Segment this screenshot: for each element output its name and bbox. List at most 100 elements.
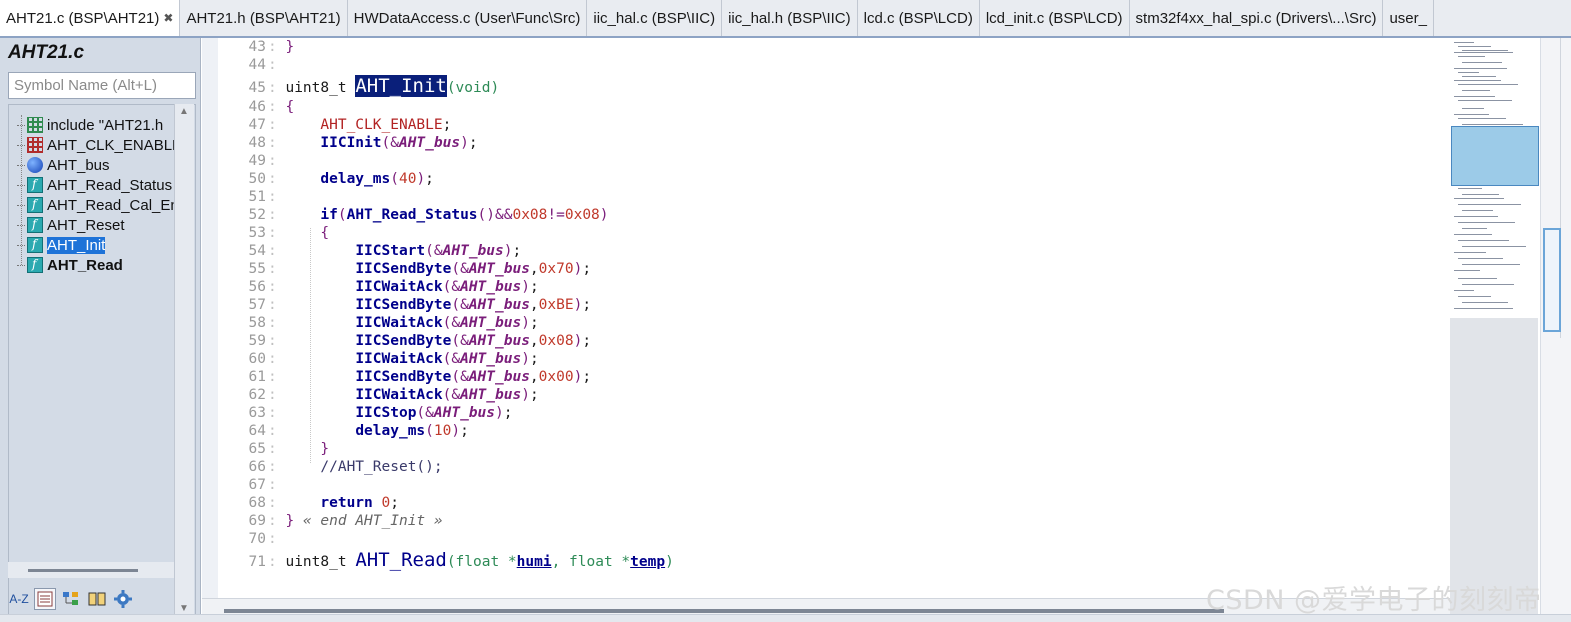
code-lines[interactable]: 43: } 44: 45: uint8_t AHT_Init(void) 46: {…: [218, 38, 1450, 572]
code-text: {: [285, 99, 295, 115]
symbol-item[interactable]: AHT_CLK_ENABLE: [17, 135, 183, 155]
symbol-item[interactable]: include "AHT21.h: [17, 115, 183, 135]
code-line[interactable]: 55: IICSendByte(&AHT_bus,0x70);: [218, 260, 1450, 278]
symbol-list-horizontal-scrollbar[interactable]: [8, 562, 174, 578]
code-text: uint8_t AHT_Read(float *humi, float *tem…: [276, 549, 674, 571]
symbol-item[interactable]: AHT_Read_Cal_En: [17, 195, 183, 215]
line-number: 64: [248, 423, 266, 439]
tab-label: HWDataAccess.c (User\Func\Src): [353, 9, 581, 27]
settings-button[interactable]: [112, 588, 134, 610]
tab-6[interactable]: lcd_init.c (BSP\LCD): [980, 0, 1130, 36]
line-number: 44: [248, 57, 266, 73]
code-line[interactable]: 66: //AHT_Reset();: [218, 458, 1450, 476]
tree-view-button[interactable]: [60, 588, 82, 610]
code-line[interactable]: 68: return 0;: [218, 494, 1450, 512]
minimap-code-line: [1462, 124, 1523, 125]
symbol-search-input[interactable]: [8, 72, 196, 99]
code-line[interactable]: 45: uint8_t AHT_Init(void): [218, 74, 1450, 98]
code-line[interactable]: 59: IICSendByte(&AHT_bus,0x08);: [218, 332, 1450, 350]
code-line[interactable]: 69: } « end AHT_Init »: [218, 512, 1450, 530]
symbol-item-label: AHT_bus: [47, 156, 110, 174]
line-number: 51: [248, 189, 266, 205]
symbol-item-label: AHT_Reset: [47, 216, 125, 234]
symbol-list-vertical-scrollbar[interactable]: ▲ ▼: [174, 104, 194, 622]
code-line[interactable]: 43: }: [218, 38, 1450, 56]
code-minimap[interactable]: [1450, 38, 1571, 622]
symbol-item[interactable]: AHT_bus: [17, 155, 183, 175]
code-line[interactable]: 63: IICStop(&AHT_bus);: [218, 404, 1450, 422]
symbol-item-label: AHT_Read_Cal_En: [47, 196, 179, 214]
code-line[interactable]: 60: IICWaitAck(&AHT_bus);: [218, 350, 1450, 368]
gutter-separator: :: [268, 99, 277, 115]
tab-2[interactable]: HWDataAccess.c (User\Func\Src): [348, 0, 588, 36]
code-line[interactable]: 64: delay_ms(10);: [218, 422, 1450, 440]
close-icon[interactable]: ✖: [163, 11, 173, 25]
gutter-separator: :: [268, 207, 277, 223]
gutter-separator: :: [268, 315, 277, 331]
symbol-item[interactable]: AHT_Read: [17, 255, 183, 275]
tab-label: AHT21.h (BSP\AHT21): [186, 9, 341, 27]
code-line[interactable]: 48: IICInit(&AHT_bus);: [218, 134, 1450, 152]
minimap-code-line: [1462, 264, 1520, 265]
list-view-button[interactable]: [34, 588, 56, 610]
code-editor[interactable]: 43: } 44: 45: uint8_t AHT_Init(void) 46: {…: [202, 38, 1450, 622]
code-line[interactable]: 56: IICWaitAck(&AHT_bus);: [218, 278, 1450, 296]
code-line[interactable]: 44:: [218, 56, 1450, 74]
sort-alphabetical-button[interactable]: A-Z: [8, 588, 30, 610]
code-line[interactable]: 71: uint8_t AHT_Read(float *humi, float …: [218, 548, 1450, 572]
line-number: 66: [248, 459, 266, 475]
function-icon: [27, 217, 43, 233]
tab-0[interactable]: AHT21.c (BSP\AHT21) ✖: [0, 0, 181, 36]
code-line[interactable]: 65: }: [218, 440, 1450, 458]
minimap-code-line: [1454, 80, 1501, 81]
minimap-viewport[interactable]: [1451, 126, 1539, 186]
symbol-item-label: AHT_Init: [47, 236, 106, 254]
minimap-code-line: [1458, 100, 1512, 101]
tab-3[interactable]: iic_hal.c (BSP\IIC): [587, 0, 723, 36]
tab-7[interactable]: stm32f4xx_hal_spi.c (Drivers\...\Src): [1130, 0, 1384, 36]
minimap-code-line: [1454, 234, 1492, 235]
tab-4[interactable]: iic_hal.h (BSP\IIC): [722, 0, 858, 36]
editor-vertical-scrollbar[interactable]: [1540, 38, 1571, 622]
book-icon: [88, 592, 106, 606]
code-line[interactable]: 46: {: [218, 98, 1450, 116]
scrollbar-thumb[interactable]: [1543, 228, 1561, 332]
scrollbar-thumb[interactable]: [224, 609, 1224, 613]
minimap-code-line: [1454, 68, 1507, 69]
line-number: 58: [248, 315, 266, 331]
code-line[interactable]: 53: {: [218, 224, 1450, 242]
code-line[interactable]: 57: IICSendByte(&AHT_bus,0xBE);: [218, 296, 1450, 314]
code-line[interactable]: 47: AHT_CLK_ENABLE;: [218, 116, 1450, 134]
tab-1[interactable]: AHT21.h (BSP\AHT21): [180, 0, 348, 36]
book-button[interactable]: [86, 588, 108, 610]
code-line[interactable]: 50: delay_ms(40);: [218, 170, 1450, 188]
line-number: 52: [248, 207, 266, 223]
line-number: 56: [248, 279, 266, 295]
editor-gutter[interactable]: [202, 38, 218, 598]
code-text: uint8_t AHT_Init(void): [276, 75, 500, 97]
minimap-code-line: [1454, 96, 1495, 97]
code-line[interactable]: 52: if(AHT_Read_Status()&&0x08!=0x08): [218, 206, 1450, 224]
gutter-separator: :: [268, 261, 277, 277]
minimap-code-line: [1458, 296, 1491, 297]
code-line[interactable]: 61: IICSendByte(&AHT_bus,0x00);: [218, 368, 1450, 386]
minimap-code-line: [1462, 194, 1499, 195]
symbol-item[interactable]: AHT_Reset: [17, 215, 183, 235]
code-line[interactable]: 62: IICWaitAck(&AHT_bus);: [218, 386, 1450, 404]
scrollbar-thumb[interactable]: [28, 569, 138, 572]
code-line[interactable]: 70:: [218, 530, 1450, 548]
symbol-item[interactable]: AHT_Read_Status: [17, 175, 183, 195]
symbol-item[interactable]: AHT_Init: [17, 235, 183, 255]
code-line[interactable]: 49:: [218, 152, 1450, 170]
code-text: IICWaitAck(&AHT_bus);: [355, 387, 539, 403]
scroll-up-arrow-icon[interactable]: ▲: [179, 106, 189, 117]
code-line[interactable]: 54: IICStart(&AHT_bus);: [218, 242, 1450, 260]
code-line[interactable]: 58: IICWaitAck(&AHT_bus);: [218, 314, 1450, 332]
tab-8[interactable]: user_: [1383, 0, 1434, 36]
code-line[interactable]: 67:: [218, 476, 1450, 494]
code-text: IICWaitAck(&AHT_bus);: [355, 351, 539, 367]
tab-5[interactable]: lcd.c (BSP\LCD): [858, 0, 980, 36]
code-line[interactable]: 51:: [218, 188, 1450, 206]
